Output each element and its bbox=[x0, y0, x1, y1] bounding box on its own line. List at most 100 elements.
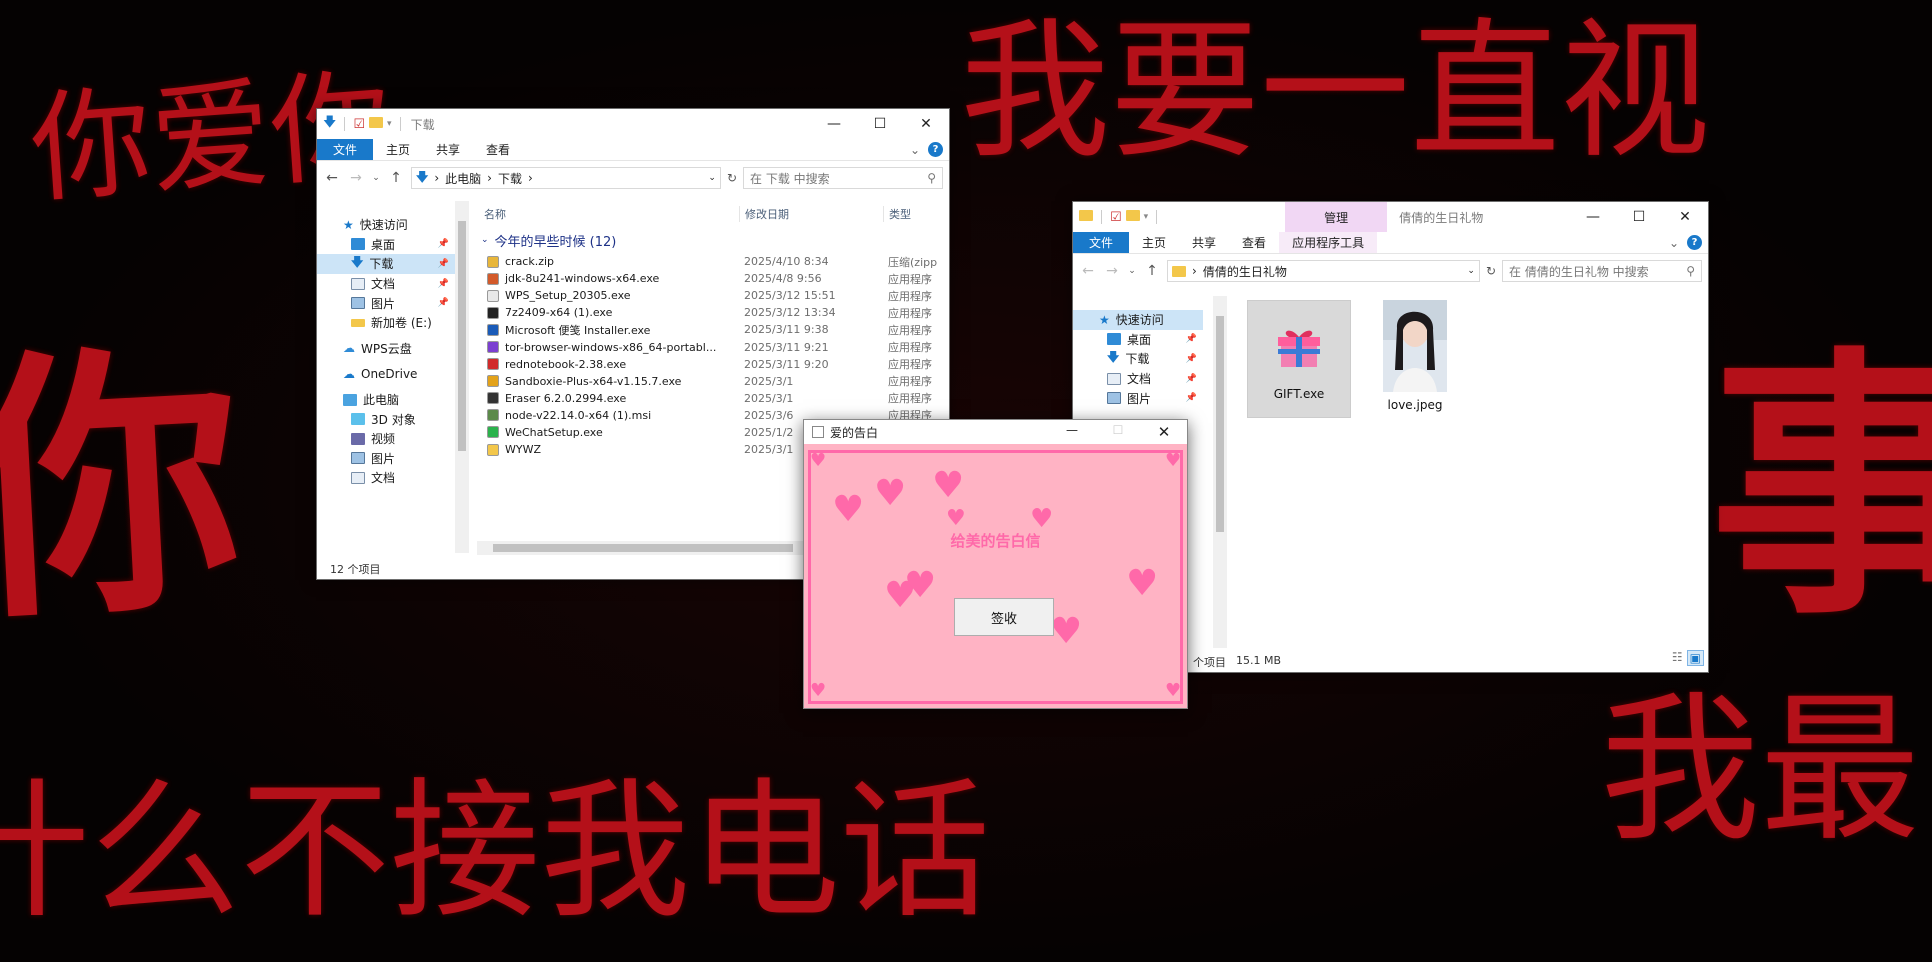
status-item-count: 个项目 bbox=[1193, 656, 1226, 669]
sidebar-item-quick-access[interactable]: ★ 快速访问 bbox=[317, 215, 455, 235]
navigation-scrollbar[interactable] bbox=[455, 201, 469, 553]
file-tile-love-jpeg[interactable]: love.jpeg bbox=[1363, 300, 1467, 418]
tab-view[interactable]: 查看 bbox=[473, 139, 523, 160]
minimize-button[interactable]: — bbox=[811, 109, 857, 139]
close-button[interactable]: ✕ bbox=[1662, 202, 1708, 232]
window-title: 下载 bbox=[410, 117, 435, 132]
tab-view[interactable]: 查看 bbox=[1229, 232, 1279, 253]
sidebar-item-pictures[interactable]: 图片 📌 bbox=[1073, 388, 1203, 408]
sidebar-item-onedrive[interactable]: ☁ OneDrive bbox=[317, 364, 455, 384]
close-button[interactable]: ✕ bbox=[903, 109, 949, 139]
search-box[interactable]: 在 下载 中搜索 ⚲ bbox=[743, 167, 943, 189]
new-folder-icon[interactable] bbox=[1125, 209, 1140, 225]
back-arrow-icon[interactable]: ← bbox=[1079, 263, 1097, 279]
download-arrow-icon: 🡇 bbox=[323, 115, 337, 130]
file-row[interactable]: Microsoft 便笺 Installer.exe 2025/3/11 9:38… bbox=[477, 321, 949, 338]
sidebar-item-desktop[interactable]: 桌面 📌 bbox=[317, 235, 455, 255]
help-icon[interactable]: ? bbox=[928, 142, 943, 157]
breadcrumb-downloads[interactable]: 下载 bbox=[498, 170, 522, 187]
accept-button[interactable]: 签收 bbox=[954, 598, 1054, 636]
group-header[interactable]: ⌄ 今年的早些时候 (12) bbox=[477, 227, 949, 253]
pin-icon: 📌 bbox=[1185, 334, 1197, 345]
tab-home[interactable]: 主页 bbox=[1129, 232, 1179, 253]
file-row[interactable]: tor-browser-windows-x86_64-portabl... 202… bbox=[477, 338, 949, 355]
expand-ribbon-icon[interactable]: ⌄ bbox=[910, 143, 920, 157]
file-row[interactable]: rednotebook-2.38.exe 2025/3/11 9:20 应用程序 bbox=[477, 356, 949, 373]
maximize-button[interactable]: ☐ bbox=[1616, 202, 1662, 232]
expand-ribbon-icon[interactable]: ⌄ bbox=[1669, 236, 1679, 250]
sidebar-item-pictures-pc[interactable]: 图片 bbox=[317, 449, 455, 469]
column-type[interactable]: 类型 bbox=[883, 206, 911, 222]
sidebar-item-pictures[interactable]: 图片 📌 bbox=[317, 293, 455, 313]
separator bbox=[1156, 210, 1158, 224]
refresh-icon[interactable]: ↻ bbox=[1486, 264, 1496, 278]
properties-icon[interactable]: ☑ bbox=[353, 117, 365, 132]
minimize-button[interactable]: — bbox=[1049, 423, 1095, 441]
scrollbar-thumb[interactable] bbox=[458, 221, 466, 451]
properties-icon[interactable]: ☑ bbox=[1110, 210, 1122, 225]
new-folder-icon[interactable] bbox=[369, 116, 384, 132]
breadcrumb-gift-folder[interactable]: 倩倩的生日礼物 bbox=[1203, 263, 1287, 280]
recent-locations-icon[interactable]: ⌄ bbox=[371, 173, 381, 183]
file-row[interactable]: Eraser 6.2.0.2994.exe 2025/3/1 应用程序 bbox=[477, 390, 949, 407]
search-box[interactable]: 在 倩倩的生日礼物 中搜索 ⚲ bbox=[1502, 260, 1702, 282]
address-dropdown-icon[interactable]: ⌄ bbox=[1467, 266, 1475, 276]
close-button[interactable]: ✕ bbox=[1141, 423, 1187, 441]
sidebar-item-label: 桌面 bbox=[371, 237, 396, 252]
sidebar-item-drive-e[interactable]: 新加卷 (E:) bbox=[317, 313, 455, 333]
maximize-button[interactable]: ☐ bbox=[857, 109, 903, 139]
maximize-button[interactable]: ☐ bbox=[1095, 423, 1141, 441]
navigation-scrollbar[interactable] bbox=[1213, 296, 1227, 648]
breadcrumb-this-pc[interactable]: 此电脑 bbox=[445, 170, 481, 187]
tab-file[interactable]: 文件 bbox=[1073, 232, 1130, 253]
up-arrow-icon[interactable]: ↑ bbox=[1143, 263, 1161, 279]
sidebar-item-documents-pc[interactable]: 文档 bbox=[317, 468, 455, 488]
file-icon bbox=[487, 306, 499, 319]
search-input[interactable]: 在 下载 中搜索 bbox=[750, 170, 830, 187]
column-name[interactable]: 名称 bbox=[477, 206, 739, 222]
customize-dropdown-icon[interactable]: ▾ bbox=[1144, 212, 1149, 222]
search-input[interactable]: 在 倩倩的生日礼物 中搜索 bbox=[1509, 263, 1649, 280]
sidebar-item-quick-access[interactable]: ★ 快速访问 bbox=[1073, 310, 1203, 330]
sidebar-item-videos[interactable]: 视频 bbox=[317, 429, 455, 449]
up-arrow-icon[interactable]: ↑ bbox=[387, 170, 405, 186]
sidebar-item-downloads[interactable]: 🡇 下载 📌 bbox=[317, 254, 455, 274]
love-letter-dialog: 爱的告白 — ☐ ✕ ♥ ♥ ♥ ♥ ♥ ♥ ♥ ♥ ♥ ♥ ♥ ♥ ♥ 给美的… bbox=[803, 419, 1188, 709]
recent-locations-icon[interactable]: ⌄ bbox=[1127, 266, 1137, 276]
refresh-icon[interactable]: ↻ bbox=[727, 171, 737, 185]
drive-icon bbox=[351, 318, 365, 327]
tab-file[interactable]: 文件 bbox=[317, 139, 374, 160]
file-tile-gift[interactable]: GIFT.exe bbox=[1247, 300, 1351, 418]
minimize-button[interactable]: — bbox=[1570, 202, 1616, 232]
column-date[interactable]: 修改日期 bbox=[739, 206, 883, 222]
file-row[interactable]: jdk-8u241-windows-x64.exe 2025/4/8 9:56 应用… bbox=[477, 270, 949, 287]
file-row[interactable]: crack.zip 2025/4/10 8:34 压缩(zipp bbox=[477, 253, 949, 270]
large-icons-view-icon[interactable]: ▣ bbox=[1686, 650, 1704, 666]
sidebar-item-wps-cloud[interactable]: ☁ WPS云盘 bbox=[317, 339, 455, 359]
sidebar-item-documents[interactable]: 文档 📌 bbox=[317, 274, 455, 294]
details-view-icon[interactable]: ☷ bbox=[1672, 650, 1683, 666]
address-bar[interactable]: › 倩倩的生日礼物 ⌄ bbox=[1167, 260, 1480, 282]
scrollbar-thumb[interactable] bbox=[493, 544, 793, 552]
file-row[interactable]: 7z2409-x64 (1).exe 2025/3/12 13:34 应用程序 bbox=[477, 304, 949, 321]
scrollbar-thumb[interactable] bbox=[1216, 316, 1224, 532]
sidebar-item-downloads[interactable]: 🡇 下载 📌 bbox=[1073, 349, 1203, 369]
back-arrow-icon[interactable]: ← bbox=[323, 170, 341, 186]
sidebar-item-this-pc[interactable]: 此电脑 bbox=[317, 390, 455, 410]
address-bar[interactable]: 🡇 › 此电脑 › 下载 › ⌄ bbox=[411, 167, 721, 189]
tab-home[interactable]: 主页 bbox=[373, 139, 423, 160]
sidebar-item-documents[interactable]: 文档 📌 bbox=[1073, 369, 1203, 389]
forward-arrow-icon[interactable]: → bbox=[1103, 263, 1121, 279]
sidebar-item-3d-objects[interactable]: 3D 对象 bbox=[317, 409, 455, 429]
file-row[interactable]: Sandboxie-Plus-x64-v1.15.7.exe 2025/3/1 应用… bbox=[477, 373, 949, 390]
help-icon[interactable]: ? bbox=[1687, 235, 1702, 250]
forward-arrow-icon[interactable]: → bbox=[347, 170, 365, 186]
address-dropdown-icon[interactable]: ⌄ bbox=[708, 173, 716, 183]
file-row[interactable]: WPS_Setup_20305.exe 2025/3/12 15:51 应用程序 bbox=[477, 287, 949, 304]
sidebar-item-desktop[interactable]: 桌面 📌 bbox=[1073, 330, 1203, 350]
tab-share[interactable]: 共享 bbox=[423, 139, 473, 160]
tab-share[interactable]: 共享 bbox=[1179, 232, 1229, 253]
file-icon bbox=[487, 272, 499, 285]
tab-application-tools[interactable]: 应用程序工具 bbox=[1279, 232, 1378, 253]
customize-dropdown-icon[interactable]: ▾ bbox=[387, 119, 392, 129]
